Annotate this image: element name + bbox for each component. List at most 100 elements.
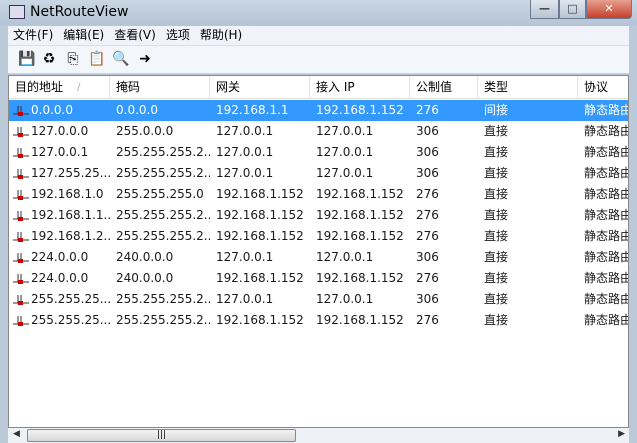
cell: 240.0.0.0 <box>116 271 174 285</box>
cell: 255.255.25... <box>31 292 110 306</box>
cell: 192.168.1.2... <box>31 229 110 243</box>
cell: 0.0.0.0 <box>116 103 158 117</box>
menu-bar: 文件(F) 编辑(E) 查看(V) 选项 帮助(H) <box>8 26 629 46</box>
cell: 224.0.0.0 <box>31 271 89 285</box>
cell: 静态路由 <box>584 292 629 306</box>
cell: 直接 <box>484 187 509 201</box>
cell: 间接 <box>484 103 509 117</box>
menu-item[interactable]: 编辑(E) <box>58 26 109 45</box>
cell: 127.0.0.1 <box>316 250 374 264</box>
cell: 192.168.1.152 <box>216 208 304 222</box>
cell: 静态路由 <box>584 187 629 201</box>
copy-icon[interactable]: ⎘ <box>64 50 82 68</box>
cell: 静态路由 <box>584 250 629 264</box>
column-header[interactable]: 网关 <box>210 76 310 99</box>
table-row[interactable]: 192.168.1.0 255.255.255.0 192.168.1.152 192… <box>9 184 629 205</box>
properties-icon[interactable]: 📋 <box>88 50 106 68</box>
cell: 直接 <box>484 166 509 180</box>
menu-item[interactable]: 查看(V) <box>109 26 161 45</box>
route-list[interactable]: 目的地址 掩码 网关 接入 IP 公制值 类型 协议 / 0.0.0.0 0.0.0.0 192.… <box>8 75 629 428</box>
table-row[interactable]: 255.255.25... 255.255.255.2... 127.0.0.1 12… <box>9 289 629 310</box>
cell: 192.168.1.152 <box>316 229 404 243</box>
table-row[interactable]: 0.0.0.0 0.0.0.0 192.168.1.1 192.168.1.152 27… <box>9 100 629 121</box>
table-row[interactable]: 127.0.0.0 255.0.0.0 127.0.0.1 127.0.0.1 306 直… <box>9 121 629 142</box>
cell: 255.255.255.2... <box>116 229 210 243</box>
cell: 直接 <box>484 145 509 159</box>
cell: 192.168.1.152 <box>216 271 304 285</box>
scroll-thumb[interactable]: ||| <box>27 429 296 442</box>
cell: 127.0.0.1 <box>316 124 374 138</box>
cell: 192.168.1.152 <box>316 208 404 222</box>
table-row[interactable]: 224.0.0.0 240.0.0.0 127.0.0.1 127.0.0.1 306 直… <box>9 247 629 268</box>
menu-item[interactable]: 选项 <box>161 26 195 45</box>
cell: 直接 <box>484 208 509 222</box>
cell: 127.0.0.1 <box>216 145 274 159</box>
find-icon[interactable]: 🔍 <box>112 50 130 68</box>
maximize-button[interactable]: □ <box>559 0 586 19</box>
cell: 276 <box>416 313 439 327</box>
cell: 127.0.0.1 <box>316 145 374 159</box>
column-header[interactable]: 掩码 <box>110 76 210 99</box>
column-header[interactable]: 目的地址 <box>9 76 110 99</box>
cell: 255.255.255.0 <box>116 187 204 201</box>
table-row[interactable]: 127.0.0.1 255.255.255.2... 127.0.0.1 127.0.… <box>9 142 629 163</box>
cell: 306 <box>416 145 439 159</box>
cell: 192.168.1.152 <box>316 103 404 117</box>
table-row[interactable]: 127.255.25... 255.255.255.2... 127.0.0.1 12… <box>9 163 629 184</box>
cell: 192.168.1.152 <box>216 229 304 243</box>
cell: 静态路由 <box>584 313 629 327</box>
cell: 306 <box>416 250 439 264</box>
column-header[interactable]: 公制值 <box>410 76 478 99</box>
cell: 静态路由 <box>584 103 629 117</box>
exit-icon[interactable]: ➜ <box>136 50 154 68</box>
close-button[interactable]: ✕ <box>586 0 632 19</box>
cell: 276 <box>416 271 439 285</box>
table-row[interactable]: 224.0.0.0 240.0.0.0 192.168.1.152 192.168.1… <box>9 268 628 289</box>
cell: 255.255.255.2... <box>116 166 210 180</box>
cell: 127.0.0.0 <box>31 124 89 138</box>
cell: 静态路由 <box>584 124 629 138</box>
cell: 直接 <box>484 271 509 285</box>
cell: 127.0.0.1 <box>316 166 374 180</box>
refresh-icon[interactable]: ♻ <box>40 50 58 68</box>
table-row[interactable]: 192.168.1.2... 255.255.255.2... 192.168.1.… <box>9 226 628 247</box>
menu-item[interactable]: 帮助(H) <box>195 26 247 45</box>
table-row[interactable]: 255.255.25... 255.255.255.2... 192.168.1.1… <box>9 310 629 331</box>
save-icon[interactable]: 💾 <box>18 50 36 68</box>
cell: 127.0.0.1 <box>31 145 89 159</box>
cell: 276 <box>416 103 439 117</box>
cell: 306 <box>416 292 439 306</box>
cell: 224.0.0.0 <box>31 250 89 264</box>
scroll-left-icon[interactable]: ◀ <box>13 429 20 439</box>
cell: 255.0.0.0 <box>116 124 174 138</box>
cell: 192.168.1.152 <box>316 313 404 327</box>
minimize-button[interactable]: — <box>530 0 559 19</box>
cell: 276 <box>416 229 439 243</box>
scroll-right-icon[interactable]: ▶ <box>618 429 625 439</box>
cell: 127.0.0.1 <box>216 124 274 138</box>
column-header[interactable]: 协议 <box>578 76 628 99</box>
window-title: NetRouteView <box>30 4 129 20</box>
cell: 255.255.25... <box>31 313 110 327</box>
cell: 192.168.1.152 <box>316 187 404 201</box>
cell: 192.168.1.152 <box>216 313 304 327</box>
cell: 静态路由 <box>584 166 629 180</box>
cell: 276 <box>416 208 439 222</box>
cell: 192.168.1.1 <box>216 103 289 117</box>
cell: 0.0.0.0 <box>31 103 73 117</box>
cell: 直接 <box>484 229 509 243</box>
cell: 192.168.1.0 <box>31 187 104 201</box>
table-row[interactable]: 192.168.1.1... 255.255.255.2... 192.168.1.… <box>9 205 629 226</box>
column-header[interactable]: 类型 <box>478 76 578 99</box>
cell: 306 <box>416 124 439 138</box>
cell: 255.255.255.2... <box>116 292 210 306</box>
menu-item[interactable]: 文件(F) <box>8 26 58 45</box>
cell: 静态路由 <box>584 208 629 222</box>
cell: 静态路由 <box>584 145 629 159</box>
horizontal-scrollbar[interactable]: ◀ ||| ▶ <box>8 428 629 443</box>
column-header[interactable]: 接入 IP <box>310 76 410 99</box>
cell: 240.0.0.0 <box>116 250 174 264</box>
cell: 127.255.25... <box>31 166 110 180</box>
cell: 直接 <box>484 250 509 264</box>
list-header: 目的地址 掩码 网关 接入 IP 公制值 类型 协议 / <box>9 76 628 99</box>
